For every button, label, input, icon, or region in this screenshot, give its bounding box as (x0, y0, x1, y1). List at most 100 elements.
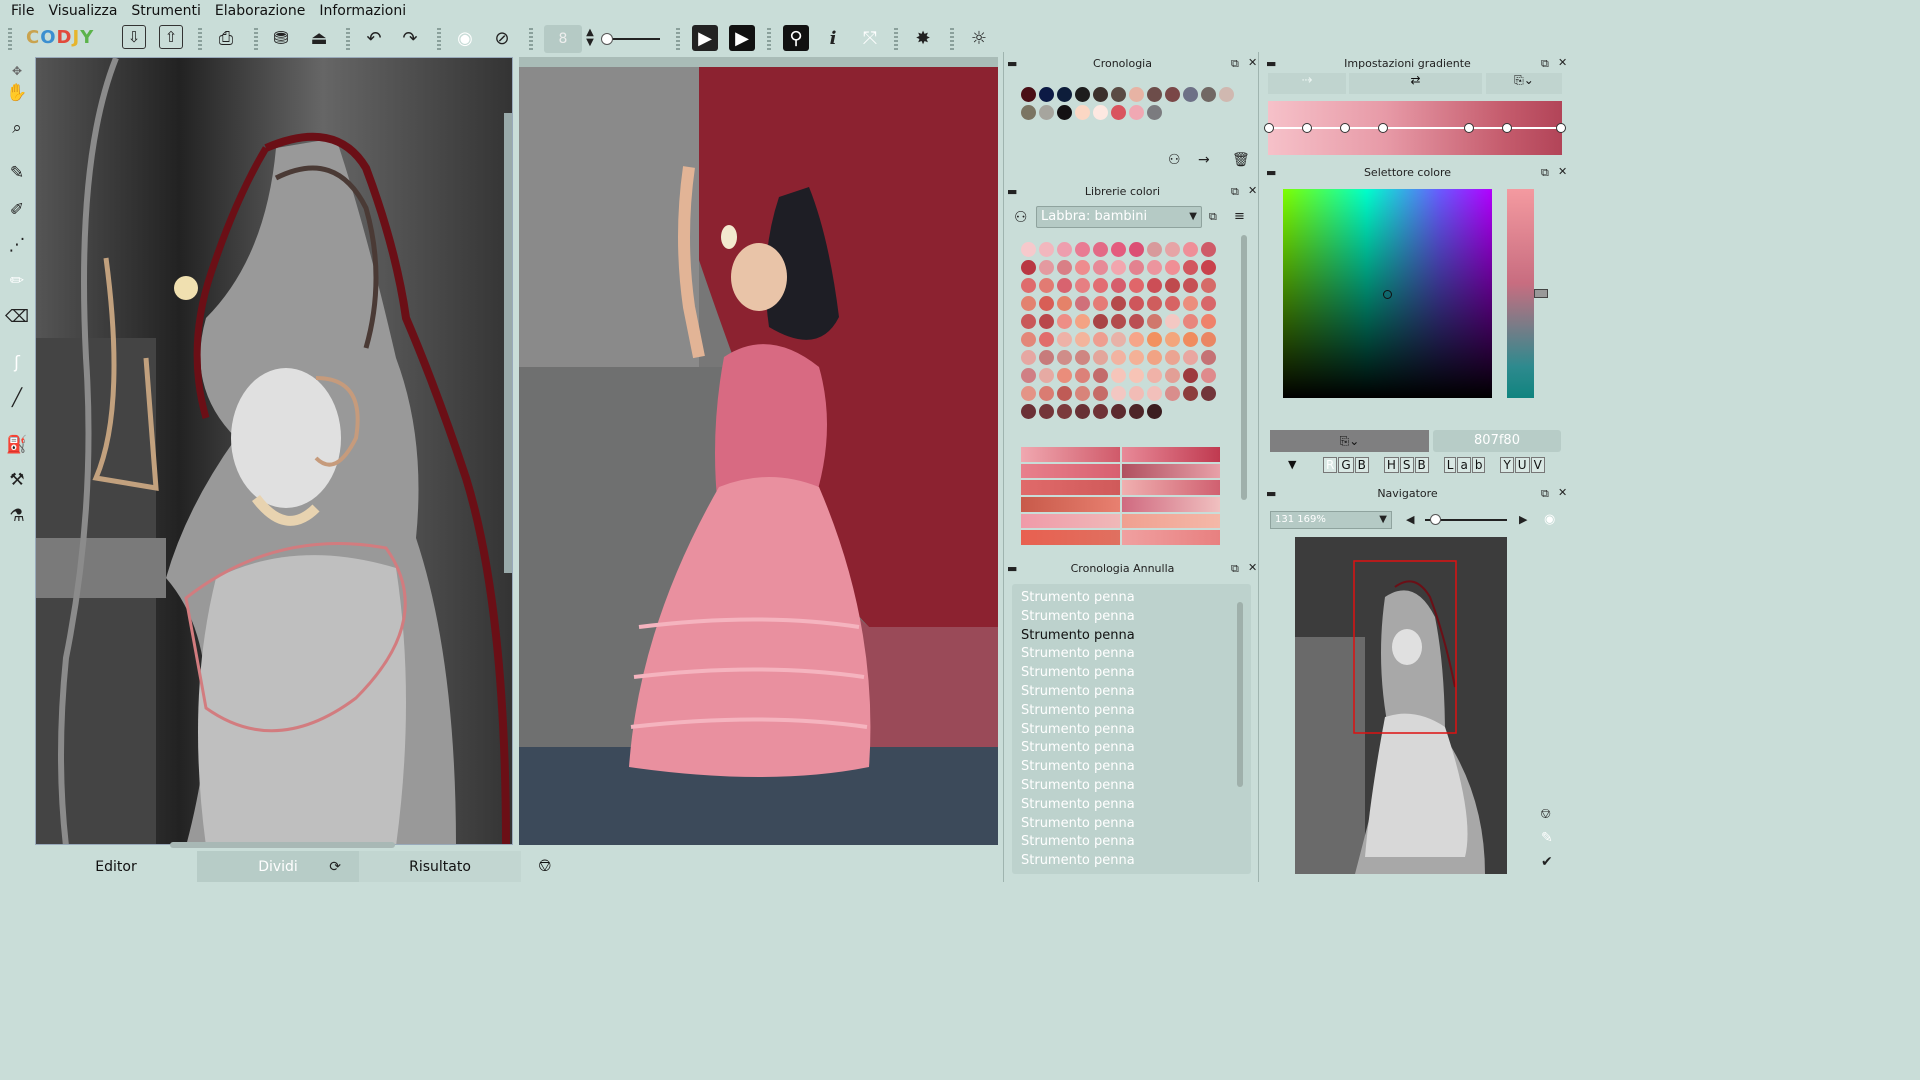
tab-split[interactable]: Dividi ⟳ (197, 851, 359, 882)
library-swatch[interactable] (1021, 314, 1036, 329)
undo-item[interactable]: Strumento penna (1021, 627, 1242, 646)
bucket-fill-icon[interactable]: ⛃ (268, 25, 294, 51)
library-swatch[interactable] (1021, 404, 1036, 419)
eye-icon[interactable]: ◉ (1544, 512, 1555, 527)
expand-icon[interactable]: ▼ (1288, 458, 1296, 471)
menu-processing[interactable]: Elaborazione (215, 3, 305, 19)
library-swatch[interactable] (1129, 386, 1144, 401)
library-swatch[interactable] (1165, 332, 1180, 347)
gradient-swatch[interactable] (1121, 513, 1220, 529)
menu-tools[interactable]: Strumenti (131, 3, 201, 19)
gradient-swatch[interactable] (1021, 480, 1120, 495)
collapse-icon[interactable]: ▬ (1007, 562, 1017, 575)
gradient-stop[interactable] (1502, 123, 1512, 133)
library-swatch[interactable] (1147, 386, 1162, 401)
library-swatch[interactable] (1075, 386, 1090, 401)
gradient-swap-button[interactable]: ⇄ (1349, 73, 1482, 94)
library-swatch[interactable] (1021, 296, 1036, 311)
library-swatch[interactable] (1111, 314, 1126, 329)
library-swatch[interactable] (1129, 350, 1144, 365)
library-swatch[interactable] (1183, 314, 1198, 329)
library-swatch[interactable] (1039, 314, 1054, 329)
mode-hsb[interactable]: HSB (1383, 457, 1430, 473)
library-swatch[interactable] (1201, 260, 1216, 275)
library-swatch[interactable] (1039, 332, 1054, 347)
color-cursor[interactable] (1383, 290, 1392, 299)
library-swatch[interactable] (1147, 314, 1162, 329)
zoom-icon[interactable]: ⌕ (4, 115, 30, 141)
smudge-icon[interactable]: ʃ (4, 350, 30, 376)
brush-size-stepper[interactable]: ▲ ▼ (584, 25, 596, 51)
check-icon[interactable]: ✔ (1541, 854, 1553, 870)
import-icon[interactable]: ⇩ (122, 25, 146, 49)
library-swatch[interactable] (1075, 278, 1090, 293)
compare-icon[interactable]: ⎊ (538, 856, 552, 876)
color-swatch[interactable] (1075, 105, 1090, 120)
paint-bucket-icon[interactable]: ⛽ (4, 432, 30, 458)
library-swatch[interactable] (1183, 242, 1198, 257)
close-icon[interactable]: ✕ (1558, 165, 1567, 178)
layer-icon[interactable]: ⏏ (306, 25, 332, 51)
stamp-icon[interactable]: ⚒ (4, 467, 30, 493)
undo-item[interactable]: Strumento penna (1021, 608, 1242, 627)
toolbar-grip[interactable] (8, 28, 12, 50)
library-swatch[interactable] (1183, 368, 1198, 383)
color-swatch[interactable] (1093, 105, 1108, 120)
library-swatch[interactable] (1165, 278, 1180, 293)
library-swatch[interactable] (1057, 404, 1072, 419)
undo-item[interactable]: Strumento penna (1021, 702, 1242, 721)
collapse-icon[interactable]: ▬ (1007, 57, 1017, 70)
undo-item[interactable]: Strumento penna (1021, 739, 1242, 758)
library-swatch[interactable] (1111, 242, 1126, 257)
palette-icon[interactable]: ⚇ (1014, 208, 1027, 226)
color-swatch[interactable] (1057, 105, 1072, 120)
fullscreen-icon[interactable]: ⤧ (857, 25, 883, 51)
float-icon[interactable]: ⧉ (1231, 57, 1239, 71)
library-swatch[interactable] (1147, 260, 1162, 275)
print-icon[interactable]: ⎙ (213, 25, 239, 51)
undo-scrollbar[interactable] (1237, 602, 1243, 787)
library-swatch[interactable] (1183, 260, 1198, 275)
library-swatch[interactable] (1093, 260, 1108, 275)
undo-item[interactable]: Strumento penna (1021, 664, 1242, 683)
gradient-stop[interactable] (1302, 123, 1312, 133)
undo-item[interactable]: Strumento penna (1021, 852, 1242, 871)
library-swatch[interactable] (1201, 278, 1216, 293)
menu-icon[interactable]: ≡ (1234, 209, 1245, 224)
library-swatch[interactable] (1201, 368, 1216, 383)
library-swatch[interactable] (1183, 296, 1198, 311)
library-swatch[interactable] (1075, 332, 1090, 347)
library-swatch[interactable] (1147, 242, 1162, 257)
library-swatch[interactable] (1111, 350, 1126, 365)
library-swatch[interactable] (1111, 296, 1126, 311)
zoom-in-icon[interactable]: ▶ (1519, 513, 1527, 526)
tab-result[interactable]: Risultato (359, 851, 521, 882)
library-swatch[interactable] (1183, 386, 1198, 401)
library-swatch[interactable] (1165, 386, 1180, 401)
gradient-swatch[interactable] (1121, 496, 1220, 512)
palette-icon[interactable]: ⚇ (1168, 152, 1181, 168)
library-swatch[interactable] (1147, 296, 1162, 311)
library-swatch[interactable] (1021, 368, 1036, 383)
undo-item[interactable]: Strumento penna (1021, 683, 1242, 702)
library-swatch[interactable] (1201, 296, 1216, 311)
library-swatch[interactable] (1021, 260, 1036, 275)
library-swatch[interactable] (1147, 332, 1162, 347)
editor-hscrollbar[interactable] (170, 842, 395, 848)
library-swatch[interactable] (1147, 350, 1162, 365)
library-swatch[interactable] (1057, 368, 1072, 383)
undo-item[interactable]: Strumento penna (1021, 815, 1242, 834)
mode-lab[interactable]: Lab (1443, 457, 1487, 473)
color-swatch[interactable] (1129, 105, 1144, 120)
collapse-icon[interactable]: ▬ (1266, 487, 1276, 500)
library-swatch[interactable] (1111, 368, 1126, 383)
library-swatch[interactable] (1039, 404, 1054, 419)
color-swatch[interactable] (1021, 105, 1036, 120)
library-swatch[interactable] (1165, 260, 1180, 275)
library-swatch[interactable] (1039, 350, 1054, 365)
menu-view[interactable]: Visualizza (48, 3, 117, 19)
info-icon[interactable]: i (820, 25, 846, 51)
library-swatch[interactable] (1093, 350, 1108, 365)
arrow-right-icon[interactable]: → (1198, 152, 1210, 168)
library-swatch[interactable] (1129, 296, 1144, 311)
